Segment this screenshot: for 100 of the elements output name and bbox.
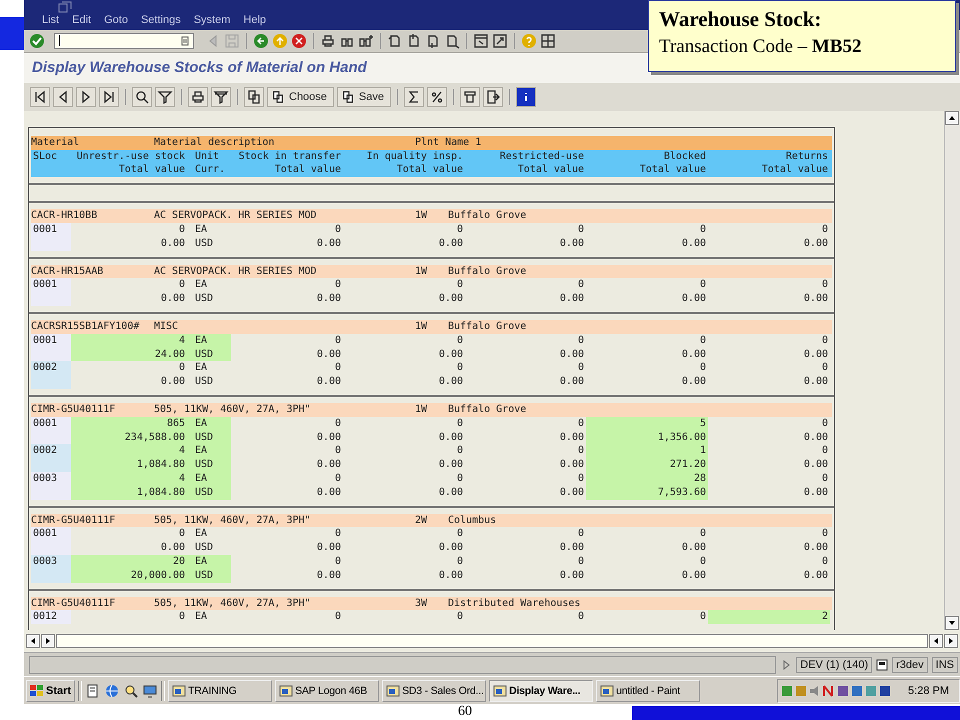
toolbar-button[interactable]: Save [336, 86, 391, 107]
scroll-right-icon[interactable] [944, 634, 958, 648]
material-description: 505, 11KW, 460V, 27A, 3PH" [154, 514, 312, 528]
server-icon [876, 658, 888, 671]
scroll-down-icon[interactable] [945, 616, 959, 630]
menu-item[interactable]: Edit [72, 14, 92, 26]
document-icon[interactable] [460, 86, 480, 107]
filter-icon[interactable] [155, 86, 175, 107]
sigma-icon[interactable] [404, 86, 424, 107]
taskbar-button[interactable]: SD3 - Sales Ord... [382, 680, 486, 702]
table-cell-text: 0.00 [802, 292, 829, 306]
storage-location: 0003 [31, 472, 71, 500]
plant-code: 1W [415, 320, 428, 334]
table-cell-text: 0 [334, 416, 342, 431]
storage-location: 0001 [31, 527, 71, 555]
storage-location: 0001 [31, 334, 71, 362]
scroll-right-icon[interactable] [41, 634, 55, 648]
plant-code: 1W [415, 209, 428, 224]
menu-item[interactable]: Goto [104, 14, 128, 26]
table-cell: 28 [586, 472, 708, 486]
table-cell-text: 0 [456, 334, 464, 348]
material-number: CACRSR15SB1AFY100# [31, 320, 140, 334]
menu-item[interactable]: System [194, 14, 230, 26]
list-icon[interactable] [181, 36, 189, 46]
last-page-icon[interactable] [99, 86, 119, 107]
table-cell-text: 0 [820, 223, 829, 237]
plant-name: Buffalo Grove [448, 320, 526, 334]
grid-icon[interactable] [540, 32, 556, 49]
scroll-left-icon[interactable] [26, 634, 40, 648]
table-cell-text: EA [194, 223, 208, 237]
cancel-icon[interactable] [291, 32, 307, 49]
table-cell: USD [187, 486, 231, 500]
scroll-up-icon[interactable] [945, 110, 959, 125]
table-cell-text: 0.00 [680, 375, 707, 389]
table-cell-text: USD [194, 541, 214, 555]
search-icon[interactable] [132, 86, 152, 107]
printer-icon[interactable] [188, 86, 208, 107]
table-cell-text: 0 [698, 610, 707, 624]
window-icon[interactable] [492, 32, 508, 49]
column-header: Unrestr.-use stock [76, 150, 186, 164]
column-header: Curr. [194, 163, 226, 178]
table-cell-text: 0.00 [802, 375, 829, 389]
clock: 5:28 PM [908, 684, 949, 697]
table-cell-text: 0 [820, 472, 829, 486]
info-icon[interactable] [516, 86, 536, 107]
table-cell-text: 0 [334, 444, 342, 458]
percent-icon[interactable] [427, 86, 447, 107]
binoculars-icon[interactable] [358, 32, 374, 49]
column-header: Returns [784, 150, 829, 164]
column-header: In quality insp. [366, 150, 464, 164]
table-cell-text: EA [194, 278, 208, 292]
next-icon[interactable] [76, 86, 96, 107]
back-icon[interactable] [253, 32, 269, 49]
export-icon[interactable] [483, 86, 503, 107]
table-cell-text: 0.00 [558, 292, 585, 306]
table-cell-text: EA [194, 527, 208, 542]
printer-icon[interactable] [320, 32, 336, 49]
table-cell-text: 0 [820, 527, 829, 542]
start-button[interactable]: Start [26, 680, 76, 702]
filter-icon[interactable] [211, 86, 231, 107]
command-field[interactable] [54, 32, 194, 49]
table-cell-text: 0.00 [438, 292, 464, 306]
copy-icon[interactable] [244, 86, 264, 107]
slide-accent-bar [0, 17, 24, 50]
scroll-left-icon[interactable] [929, 634, 943, 648]
toolbar-button[interactable]: Choose [267, 86, 334, 107]
vertical-scrollbar[interactable] [944, 110, 960, 630]
material-description: AC SERVOPACK. HR SERIES MOD [154, 209, 318, 224]
table-cell-text: 0.00 [160, 375, 186, 389]
table-cell-text: 0 [576, 527, 585, 542]
table-cell-text: 0 [698, 334, 707, 348]
check-icon[interactable] [29, 32, 45, 49]
menu-item[interactable]: Settings [140, 14, 181, 26]
table-cell-text: 0.00 [160, 541, 186, 555]
menu-item[interactable]: List [42, 14, 60, 26]
window-icon[interactable] [473, 32, 489, 49]
table-cell: 1,356.00 [586, 430, 708, 444]
storage-location: 0001 [31, 416, 71, 444]
table-cell: 2 [708, 610, 830, 624]
taskbar-button[interactable]: untitled - Paint [596, 680, 700, 702]
taskbar-button[interactable]: Display Ware... [489, 680, 594, 702]
table-cell: USD [187, 568, 231, 583]
computer-icon[interactable] [142, 682, 158, 699]
taskbar-button[interactable]: SAP Logon 46B [275, 680, 380, 702]
table-cell-text: 0.00 [438, 568, 464, 583]
column-header: Unit [194, 150, 220, 164]
table-cell-text: 0.00 [438, 458, 464, 472]
column-header: Total value [638, 163, 707, 178]
taskbar-button[interactable]: TRAINING [168, 680, 272, 702]
plant-name: Distributed Warehouses [448, 596, 580, 610]
horizontal-scrollbar[interactable] [24, 630, 960, 652]
insert-mode: INS [932, 656, 958, 673]
storage-location: 0003 [31, 554, 71, 583]
table-cell-text: 0.00 [558, 430, 585, 444]
table-cell-text: 0.00 [438, 348, 464, 362]
globe-icon[interactable] [104, 682, 120, 699]
first-page-icon[interactable] [30, 86, 50, 107]
menu-item[interactable]: Help [243, 14, 266, 26]
search-icon[interactable] [123, 682, 140, 699]
previous-icon[interactable] [53, 86, 73, 107]
